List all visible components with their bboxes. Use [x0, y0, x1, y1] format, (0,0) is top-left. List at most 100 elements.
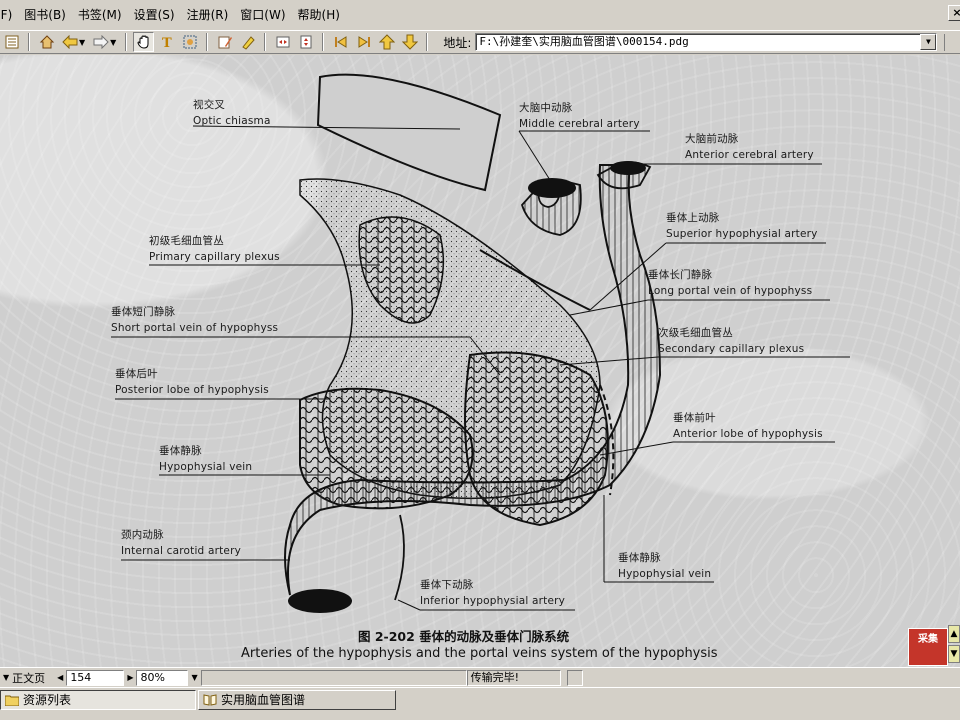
- carotid-opening: [288, 589, 352, 613]
- status-bar: ▼ 正文页 ◀ 154 ▶ 80% ▼ 传输完毕!: [0, 667, 960, 687]
- home-button[interactable]: [36, 32, 57, 52]
- sidebar-toggle-button[interactable]: [1, 32, 22, 52]
- label-inferior-artery-cn: 垂体下动脉: [420, 579, 474, 591]
- middle-cerebral-opening: [528, 178, 576, 198]
- label-anterior-lobe-cn: 垂体前叶: [673, 412, 716, 424]
- zoom-text: 80%: [140, 670, 165, 684]
- toolbar: ▼ ▼ T 地址: F:\孙建奎\实用脑血管图谱\000154.pdg ▼: [0, 30, 960, 54]
- home-icon: [39, 35, 54, 49]
- label-short-portal-cn: 垂体短门静脉: [111, 306, 176, 318]
- menu-help[interactable]: 帮助(H): [292, 4, 346, 26]
- text-select-button[interactable]: T: [156, 32, 177, 52]
- annotate-button[interactable]: [214, 32, 235, 52]
- taskbar-window-button[interactable]: 实用脑血管图谱: [198, 690, 396, 710]
- taskbar-resource-list-label: 资源列表: [23, 693, 72, 707]
- side-scroll-arrows: ▲ ▼: [948, 625, 960, 667]
- close-icon[interactable]: ×: [948, 5, 960, 21]
- forward-dropdown-icon[interactable]: ▼: [110, 38, 116, 47]
- page-number-input[interactable]: 154: [66, 669, 125, 686]
- back-arrow-icon: [61, 35, 77, 49]
- capture-logo[interactable]: 采集: [908, 628, 948, 666]
- label-primary-plexus-cn: 初级毛细血管丛: [149, 235, 224, 247]
- back-button[interactable]: [59, 32, 80, 52]
- hypophysis-illustration: [111, 73, 850, 613]
- forward-arrow-icon: [93, 35, 109, 49]
- toolbar-separator: [264, 33, 267, 51]
- label-middle-cerebral-cn: 大脑中动脉: [519, 102, 573, 114]
- taskbar-window-label: 实用脑血管图谱: [221, 693, 306, 707]
- menu-register[interactable]: 注册(R): [181, 4, 235, 26]
- label-superior-artery-en: Superior hypophysial artery: [666, 228, 818, 240]
- svg-text:T: T: [162, 36, 172, 50]
- page-prev-icon[interactable]: ◀: [54, 673, 66, 682]
- label-primary-plexus-en: Primary capillary plexus: [149, 251, 280, 263]
- label-internal-carotid-en: Internal carotid artery: [121, 545, 242, 557]
- capture-logo-text: 采集: [918, 634, 938, 645]
- pencil-icon: [218, 36, 232, 49]
- text-tool-icon: T: [162, 36, 172, 50]
- down-arrow-icon: [401, 34, 418, 50]
- next-page-button[interactable]: [399, 32, 420, 52]
- hand-icon: [137, 35, 149, 49]
- toolbar-separator: [206, 33, 209, 51]
- marker-icon: [242, 36, 255, 50]
- toolbar-separator: [322, 33, 325, 51]
- label-anterior-cerebral-en: Anterior cerebral artery: [685, 149, 814, 161]
- status-panel-1: [200, 669, 467, 686]
- toolbar-separator: [28, 33, 30, 51]
- fit-height-button[interactable]: [295, 32, 316, 52]
- address-text: F:\孙建奎\实用脑血管图谱\000154.pdg: [479, 35, 689, 48]
- hand-tool-button[interactable]: [133, 32, 155, 52]
- inferior-artery-line: [394, 514, 405, 601]
- first-page-button[interactable]: [330, 32, 351, 52]
- previous-page-button[interactable]: [376, 32, 397, 52]
- label-hypophysial-vein-left-cn: 垂体静脉: [159, 445, 202, 457]
- menu-bar: (F) 图书(B) 书签(M) 设置(S) 注册(R) 窗口(W) 帮助(H) …: [0, 0, 960, 30]
- label-middle-cerebral-en: Middle cerebral artery: [519, 118, 640, 130]
- status-message: 传输完毕!: [470, 670, 520, 684]
- label-long-portal-en: Long portal vein of hypophyss: [648, 285, 813, 297]
- fit-width-button[interactable]: [272, 32, 293, 52]
- fit-height-icon: [300, 35, 312, 49]
- page-next-icon[interactable]: ▶: [124, 673, 136, 682]
- address-input[interactable]: F:\孙建奎\实用脑血管图谱\000154.pdg ▼: [475, 33, 938, 51]
- region-select-button[interactable]: [179, 32, 200, 52]
- zoom-select[interactable]: 80%: [136, 669, 189, 686]
- page-number-text: 154: [70, 670, 92, 684]
- chevron-down-icon[interactable]: ▼: [920, 34, 937, 50]
- menu-book[interactable]: 图书(B): [18, 4, 72, 26]
- region-select-icon: [183, 35, 197, 49]
- last-page-button[interactable]: [353, 32, 374, 52]
- first-page-icon: [334, 36, 347, 48]
- optic-chiasma-shape: [316, 73, 502, 192]
- zoom-dropdown-icon[interactable]: ▼: [188, 673, 200, 682]
- menu-settings[interactable]: 设置(S): [128, 4, 181, 26]
- label-secondary-plexus-cn: 次级毛细血管丛: [658, 327, 733, 339]
- up-arrow-icon: [378, 34, 395, 50]
- taskbar-resource-list[interactable]: 资源列表: [0, 690, 196, 710]
- label-long-portal-cn: 垂体长门静脉: [648, 269, 713, 281]
- label-posterior-lobe-en: Posterior lobe of hypophysis: [115, 384, 269, 396]
- document-view[interactable]: 视交叉 Optic chiasma 大脑中动脉 Middle cerebral …: [0, 55, 960, 667]
- status-panel-2: [566, 669, 583, 686]
- scroll-up-icon[interactable]: ▲: [948, 625, 960, 643]
- back-dropdown-icon[interactable]: ▼: [79, 38, 85, 47]
- fit-width-icon: [276, 36, 290, 48]
- go-button[interactable]: [944, 34, 960, 51]
- forward-button[interactable]: [90, 32, 111, 52]
- view-mode-label[interactable]: 正文页: [12, 670, 54, 686]
- label-hypophysial-vein-right-cn: 垂体静脉: [618, 552, 661, 564]
- label-internal-carotid-cn: 颈内动脉: [121, 529, 164, 541]
- taskbar: 资源列表 实用脑血管图谱: [0, 687, 960, 720]
- view-mode-dropdown-icon[interactable]: ▼: [0, 673, 12, 682]
- highlight-button[interactable]: [237, 32, 258, 52]
- menu-file[interactable]: (F): [0, 4, 18, 26]
- label-secondary-plexus-en: Secondary capillary plexus: [658, 343, 805, 355]
- menu-window[interactable]: 窗口(W): [234, 4, 291, 26]
- scroll-down-icon[interactable]: ▼: [948, 645, 960, 663]
- book-icon: [203, 694, 217, 706]
- label-anterior-cerebral-cn: 大脑前动脉: [685, 133, 739, 145]
- label-short-portal-en: Short portal vein of hypophyss: [111, 322, 279, 334]
- figure-caption-cn: 图 2-202 垂体的动脉及垂体门脉系统: [358, 629, 570, 644]
- menu-bookmarks[interactable]: 书签(M): [72, 4, 128, 26]
